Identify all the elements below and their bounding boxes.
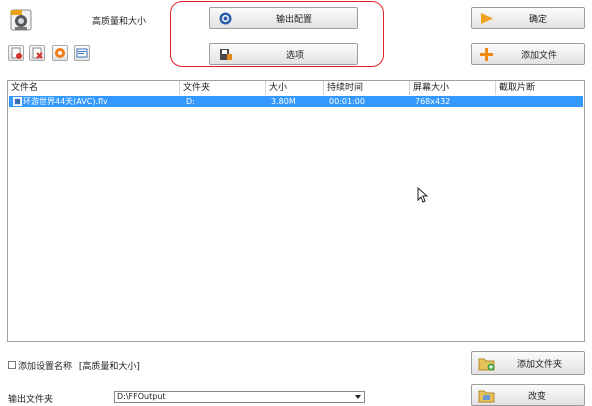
file-list-header: 文件名 文件夹 大小 持续时间 屏幕大小 截取片断 xyxy=(8,81,584,95)
table-row[interactable]: 环游世界44天(AVC).flv D: 3.80M 00:01:00 768x4… xyxy=(9,96,583,107)
add-folder-button[interactable]: 添加文件夹 xyxy=(471,351,585,375)
profile-title: 高质量和大小 xyxy=(92,17,147,27)
row-duration: 00:01:00 xyxy=(329,97,365,106)
output-config-button[interactable]: 输出配置 xyxy=(209,7,358,29)
add-folder-icon xyxy=(478,356,496,374)
plus-icon xyxy=(479,47,494,65)
row-filename: 环游世界44天(AVC).flv xyxy=(23,97,108,106)
column-header-folder[interactable]: 文件夹 xyxy=(180,81,266,95)
change-label: 改变 xyxy=(528,391,547,402)
row-folder: D: xyxy=(186,97,195,106)
mouse-cursor-icon xyxy=(417,186,429,206)
video-profile-icon xyxy=(10,8,32,32)
options-button[interactable]: 选项 xyxy=(209,43,358,65)
add-folder-label: 添加文件夹 xyxy=(517,359,563,370)
add-file-label: 添加文件 xyxy=(521,50,558,61)
column-header-filename[interactable]: 文件名 xyxy=(8,81,180,95)
column-header-size[interactable]: 大小 xyxy=(266,81,324,95)
options-icon xyxy=(219,48,233,64)
row-size: 3.80M xyxy=(271,97,296,106)
change-button[interactable]: 改变 xyxy=(471,384,585,406)
chevron-down-icon[interactable] xyxy=(355,395,361,399)
video-file-icon xyxy=(13,97,22,108)
column-header-clip[interactable]: 截取片断 xyxy=(496,81,584,95)
column-header-duration[interactable]: 持续时间 xyxy=(324,81,410,95)
media-info-icon[interactable] xyxy=(74,45,90,61)
add-setting-name-value: [高质量和大小] xyxy=(78,362,140,372)
clear-list-icon[interactable] xyxy=(8,45,24,61)
add-setting-name-text: 添加设置名称 xyxy=(18,362,73,372)
ok-button[interactable]: 确定 xyxy=(471,7,585,29)
file-list[interactable]: 文件名 文件夹 大小 持续时间 屏幕大小 截取片断 环游世界44天(AVC).f… xyxy=(7,80,585,342)
add-setting-name-checkbox[interactable] xyxy=(8,361,16,369)
column-header-screen-size[interactable]: 屏幕大小 xyxy=(410,81,496,95)
output-folder-label: 输出文件夹 xyxy=(8,395,54,405)
row-screen-size: 768x432 xyxy=(415,97,451,106)
options-label: 选项 xyxy=(286,50,305,61)
output-folder-value: D:\FFOutput xyxy=(117,392,166,401)
remove-file-icon[interactable] xyxy=(29,45,45,61)
arrow-right-icon xyxy=(480,12,494,28)
play-icon[interactable] xyxy=(52,45,68,61)
folder-icon xyxy=(478,388,496,406)
ok-label: 确定 xyxy=(529,14,548,25)
settings-icon xyxy=(219,12,232,28)
output-config-label: 输出配置 xyxy=(276,14,313,25)
output-folder-select[interactable]: D:\FFOutput xyxy=(114,391,365,403)
add-file-button[interactable]: 添加文件 xyxy=(471,43,585,65)
add-setting-name-label: 添加设置名称 [高质量和大小] xyxy=(18,359,140,372)
